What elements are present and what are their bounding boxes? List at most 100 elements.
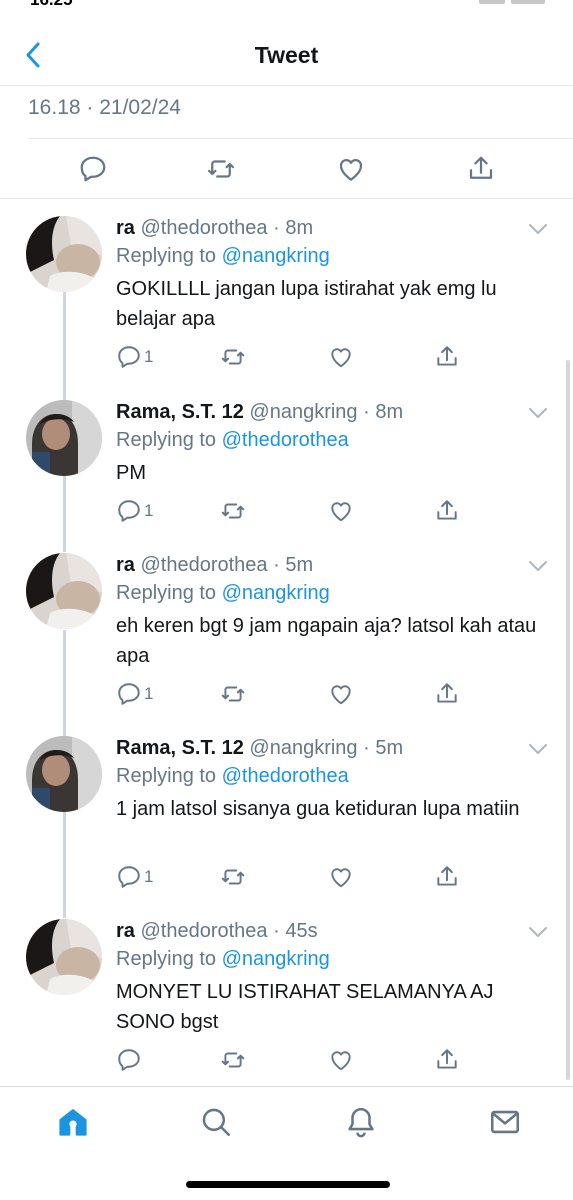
like-button[interactable] (328, 681, 354, 707)
reply-tweet[interactable]: ra @thedorothea · 45s Replying to @nangk… (0, 903, 573, 1083)
status-bar: 16.25 (0, 0, 573, 14)
like-button[interactable] (336, 154, 366, 184)
author-handle[interactable]: @nangkring (249, 737, 357, 759)
share-icon (437, 500, 457, 520)
more-options-button[interactable] (527, 742, 549, 756)
share-icon (437, 1049, 457, 1069)
reply-button[interactable]: 1 (116, 344, 153, 370)
retweet-icon (208, 160, 234, 178)
reply-count: 1 (144, 347, 154, 366)
share-button[interactable] (434, 344, 460, 370)
reply-button[interactable]: 1 (116, 498, 153, 524)
author-handle[interactable]: @nangkring (249, 401, 357, 423)
reply-tweet[interactable]: Rama, S.T. 12 @nangkring · 5m Replying t… (0, 720, 573, 910)
tab-messages[interactable] (488, 1105, 522, 1139)
share-button[interactable] (434, 1047, 460, 1073)
retweet-button[interactable] (220, 864, 246, 890)
heart-icon (331, 348, 351, 368)
mention-link[interactable]: @nangkring (222, 245, 330, 267)
reply-tweet[interactable]: ra @thedorothea · 8m Replying to @nangkr… (0, 200, 573, 390)
tweet-action-bar (0, 150, 573, 190)
heart-icon (331, 502, 351, 522)
more-options-button[interactable] (527, 559, 549, 573)
chevron-down-icon (529, 744, 547, 754)
reply-button[interactable]: 1 (116, 681, 153, 707)
share-button[interactable] (434, 681, 460, 707)
mail-icon (490, 1110, 520, 1134)
mention-link[interactable]: @nangkring (222, 582, 330, 604)
retweet-icon (221, 869, 245, 885)
speech-bubble-icon (118, 683, 140, 705)
home-icon (59, 1109, 87, 1136)
replying-label: Replying to (116, 948, 222, 970)
replying-label: Replying to (116, 245, 222, 267)
like-button[interactable] (328, 498, 354, 524)
mention-link[interactable]: @thedorothea (222, 429, 349, 451)
avatar[interactable] (26, 553, 102, 629)
signal-icon (479, 0, 505, 4)
retweet-button[interactable] (220, 498, 246, 524)
reply-text: MONYET LU ISTIRAHAT SELAMANYA AJ SONO bg… (116, 981, 494, 1033)
like-button[interactable] (328, 1047, 354, 1073)
status-icons (479, 0, 545, 4)
avatar[interactable] (26, 400, 102, 476)
separator-dot: · (363, 737, 370, 759)
author-name[interactable]: ra (116, 554, 135, 576)
more-options-button[interactable] (527, 406, 549, 420)
retweet-button[interactable] (206, 154, 236, 184)
author-name[interactable]: Rama, S.T. 12 (116, 401, 244, 423)
share-button[interactable] (434, 864, 460, 890)
reply-tweet[interactable]: Rama, S.T. 12 @nangkring · 8m Replying t… (0, 384, 573, 534)
tweet-timestamp: 16.18 · 21/02/24 (28, 96, 181, 119)
reply-action-bar: 1 (116, 864, 457, 890)
more-options-button[interactable] (527, 222, 549, 236)
chevron-down-icon (529, 408, 547, 418)
tab-home[interactable] (56, 1105, 90, 1139)
reply-action-bar: 1 (116, 498, 457, 524)
separator-dot: · (273, 217, 280, 239)
author-handle[interactable]: @thedorothea (140, 554, 267, 576)
reply-time: 8m (375, 401, 404, 423)
page-title: Tweet (254, 42, 319, 68)
avatar[interactable] (26, 216, 102, 292)
author-handle[interactable]: @thedorothea (140, 217, 267, 239)
mention-link[interactable]: @nangkring (222, 948, 330, 970)
retweet-button[interactable] (220, 344, 246, 370)
retweet-icon (221, 686, 245, 702)
share-button[interactable] (434, 498, 460, 524)
heart-icon (339, 158, 363, 181)
author-handle[interactable]: @thedorothea (140, 920, 267, 942)
reply-button[interactable] (116, 1047, 144, 1073)
share-button[interactable] (466, 154, 496, 184)
reply-count: 1 (144, 867, 154, 886)
share-icon (437, 683, 457, 703)
more-options-button[interactable] (527, 925, 549, 939)
author-name[interactable]: ra (116, 920, 135, 942)
chevron-down-icon (529, 927, 547, 937)
heart-icon (331, 685, 351, 705)
author-name[interactable]: Rama, S.T. 12 (116, 737, 244, 759)
tab-notifications[interactable] (344, 1105, 378, 1139)
retweet-icon (221, 349, 245, 365)
home-indicator[interactable] (186, 1181, 390, 1188)
reply-button[interactable] (78, 154, 108, 184)
retweet-icon (221, 1052, 245, 1068)
retweet-button[interactable] (220, 681, 246, 707)
reply-button[interactable]: 1 (116, 864, 153, 890)
like-button[interactable] (328, 344, 354, 370)
reply-tweet[interactable]: ra @thedorothea · 5m Replying to @nangkr… (0, 537, 573, 727)
mention-link[interactable]: @thedorothea (222, 765, 349, 787)
tab-search[interactable] (199, 1105, 233, 1139)
share-icon (437, 346, 457, 366)
like-button[interactable] (328, 864, 354, 890)
reply-text: GOKILLLL jangan lupa istirahat yak emg l… (116, 278, 497, 330)
author-name[interactable]: ra (116, 217, 135, 239)
retweet-button[interactable] (220, 1047, 246, 1073)
reply-count: 1 (144, 684, 154, 703)
reply-action-bar (116, 1047, 457, 1073)
reply-action-bar: 1 (116, 344, 457, 370)
avatar[interactable] (26, 736, 102, 812)
avatar[interactable] (26, 919, 102, 995)
replying-label: Replying to (116, 765, 222, 787)
scrollbar[interactable] (566, 360, 570, 1080)
